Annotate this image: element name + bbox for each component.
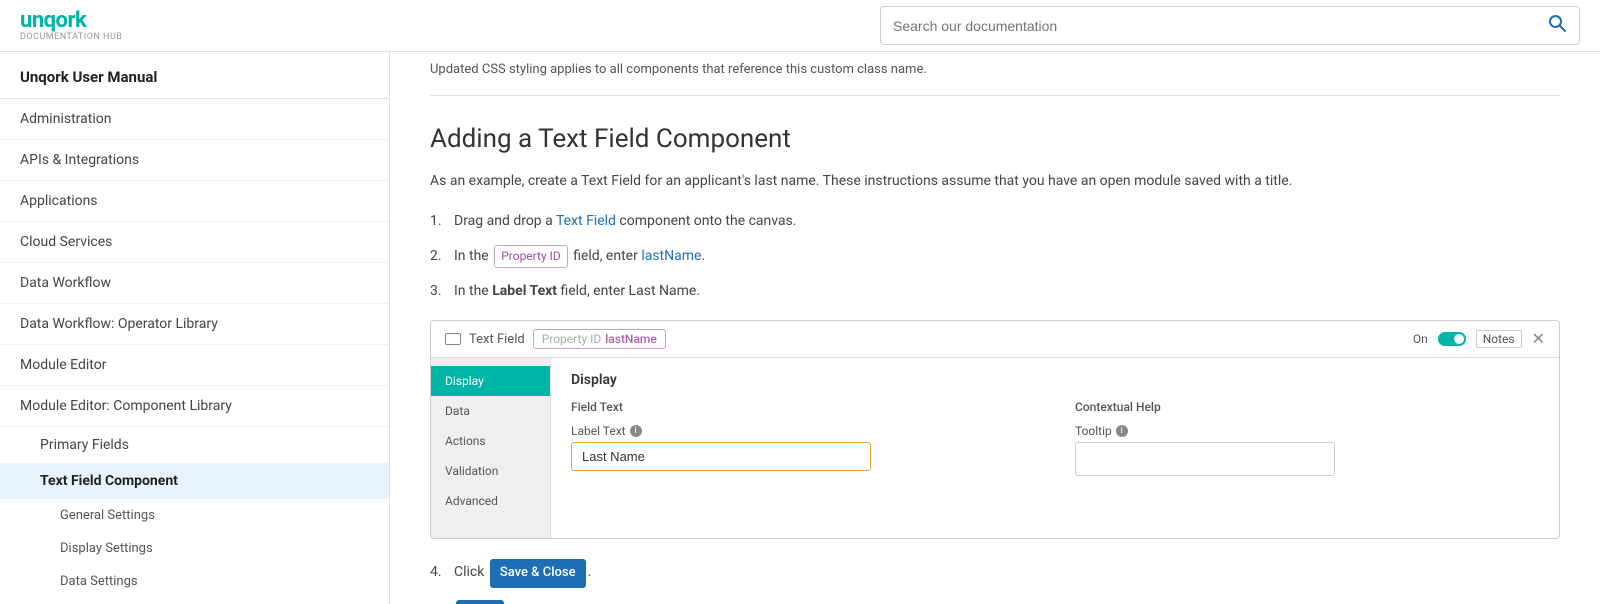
preview-field-text-group: Field Text Label Text i <box>571 400 1035 476</box>
notes-btn[interactable]: Notes <box>1476 330 1522 348</box>
logo-area: unqork DOCUMENTATION HUB <box>20 10 122 42</box>
component-preview: Text Field Property ID lastName On Notes… <box>430 320 1560 539</box>
step-5: 5. Save your module. <box>430 600 1560 604</box>
preview-sidebar-nav: Display Data Actions Validation Advanced <box>431 358 551 538</box>
steps-4-5: 4. Click Save & Close. 5. Save your modu… <box>430 559 1560 604</box>
contextual-help-title: Contextual Help <box>1075 400 1539 414</box>
preview-label: Text Field <box>469 332 525 347</box>
preview-header: Text Field Property ID lastName On Notes… <box>431 321 1559 358</box>
label-text-info-icon: i <box>630 425 642 437</box>
label-text-input[interactable] <box>571 442 871 471</box>
sidebar-item-data-settings[interactable]: Data Settings <box>0 565 389 598</box>
preview-nav-advanced[interactable]: Advanced <box>431 486 550 516</box>
preview-contextual-help-group: Contextual Help Tooltip i <box>1075 400 1539 476</box>
steps-list: 1. Drag and drop a Text Field component … <box>430 210 1560 302</box>
property-id-preview: Property ID lastName <box>533 329 666 349</box>
preview-nav-display[interactable]: Display <box>431 366 550 396</box>
preview-section-title: Display <box>571 372 1539 388</box>
text-field-link[interactable]: Text Field <box>556 213 616 229</box>
preview-nav-actions[interactable]: Actions <box>431 426 550 456</box>
logo-text: unqork <box>20 10 122 32</box>
section-title: Adding a Text Field Component <box>430 124 1560 154</box>
step-2: 2. In the Property ID field, enter lastN… <box>430 245 1560 268</box>
label-text-label: Label Text i <box>571 424 1035 438</box>
sidebar-item-apis[interactable]: APIs & Integrations <box>0 140 389 181</box>
prop-value: lastName <box>605 332 657 346</box>
tooltip-input[interactable] <box>1075 442 1335 476</box>
sidebar-item-data-workflow[interactable]: Data Workflow <box>0 263 389 304</box>
prop-label: Property ID <box>542 332 602 346</box>
content-area: Updated CSS styling applies to all compo… <box>390 52 1600 604</box>
tooltip-info-icon: i <box>1116 425 1128 437</box>
logo-sub: DOCUMENTATION HUB <box>20 32 122 42</box>
close-btn[interactable]: ✕ <box>1532 329 1545 349</box>
label-text-bold: Label Text <box>492 283 557 299</box>
sidebar-item-display-settings[interactable]: Display Settings <box>0 532 389 565</box>
preview-main-content: Display Field Text Label Text i <box>551 358 1559 538</box>
sidebar-item-cloud[interactable]: Cloud Services <box>0 222 389 263</box>
search-bar[interactable] <box>880 6 1580 45</box>
preview-body: Display Data Actions Validation Advanced… <box>431 358 1559 538</box>
step-4: 4. Click Save & Close. <box>430 559 1560 588</box>
section-desc: As an example, create a Text Field for a… <box>430 170 1560 192</box>
sidebar-item-administration[interactable]: Administration <box>0 99 389 140</box>
sidebar-item-applications[interactable]: Applications <box>0 181 389 222</box>
sidebar-item-text-field-component[interactable]: Text Field Component <box>0 463 389 499</box>
search-button[interactable] <box>1547 13 1567 38</box>
save-btn[interactable]: Save <box>456 600 504 604</box>
sidebar-item-primary-fields[interactable]: Primary Fields <box>0 427 389 463</box>
last-name-link[interactable]: lastName <box>641 248 701 264</box>
on-label: On <box>1413 332 1428 346</box>
step-1: 1. Drag and drop a Text Field component … <box>430 210 1560 232</box>
cutoff-text: Updated CSS styling applies to all compo… <box>430 52 1560 96</box>
sidebar-item-module-component[interactable]: Module Editor: Component Library <box>0 386 389 427</box>
top-header: unqork DOCUMENTATION HUB <box>0 0 1600 52</box>
tooltip-label: Tooltip i <box>1075 424 1539 438</box>
property-id-badge: Property ID <box>494 245 568 268</box>
preview-nav-validation[interactable]: Validation <box>431 456 550 486</box>
preview-fields-row: Field Text Label Text i Contextual Help <box>571 400 1539 476</box>
sidebar-item-module-editor[interactable]: Module Editor <box>0 345 389 386</box>
sidebar-item-general-settings[interactable]: General Settings <box>0 499 389 532</box>
step-3: 3. In the Label Text field, enter Last N… <box>430 280 1560 302</box>
save-close-btn[interactable]: Save & Close <box>490 559 586 588</box>
sidebar-item-data-workflow-op[interactable]: Data Workflow: Operator Library <box>0 304 389 345</box>
main-layout: Unqork User Manual Administration APIs &… <box>0 52 1600 604</box>
sidebar-title: Unqork User Manual <box>0 52 389 99</box>
sidebar: Unqork User Manual Administration APIs &… <box>0 52 390 604</box>
field-text-title: Field Text <box>571 400 1035 414</box>
text-field-icon <box>445 333 461 345</box>
search-input[interactable] <box>893 18 1539 34</box>
preview-nav-data[interactable]: Data <box>431 396 550 426</box>
toggle-on[interactable] <box>1438 332 1466 346</box>
